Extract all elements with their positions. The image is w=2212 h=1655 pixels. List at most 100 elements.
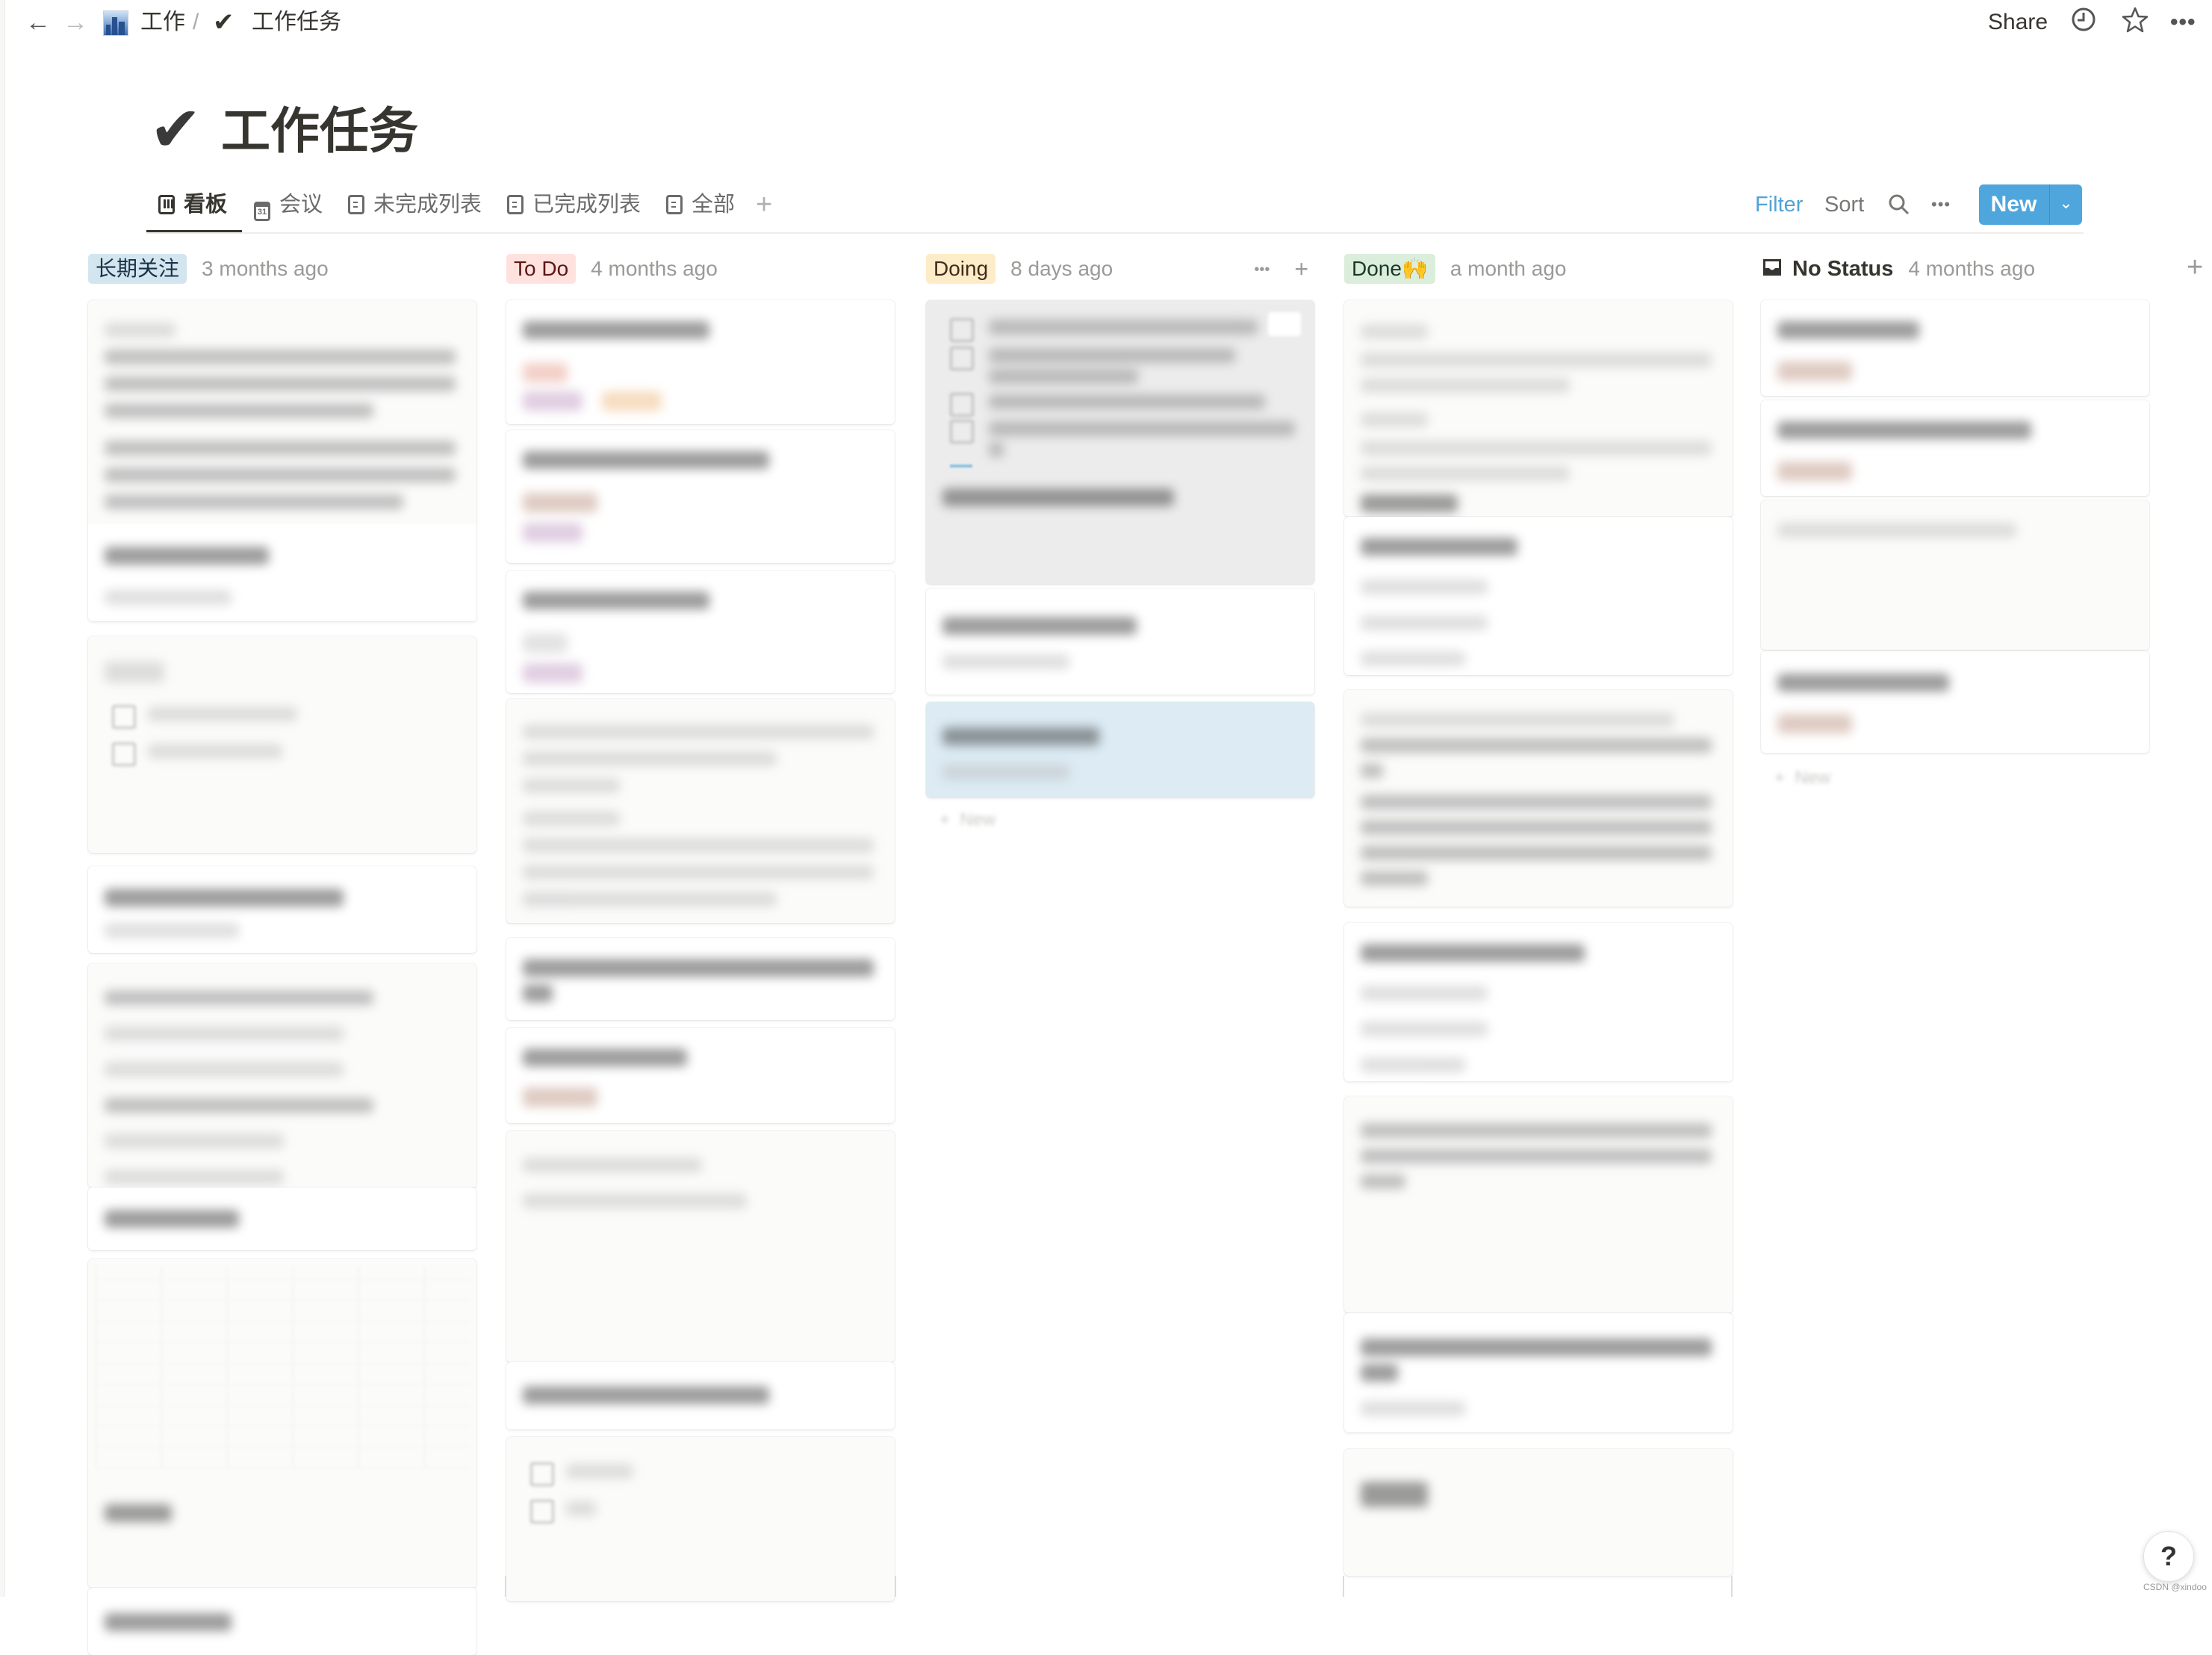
board-card[interactable]	[506, 1437, 895, 1601]
board-card[interactable]	[1761, 300, 2149, 396]
status-badge: To Do	[506, 254, 577, 284]
board-card[interactable]	[1344, 690, 1733, 907]
column-header[interactable]: Doing 8 days ago ••• +	[926, 254, 1314, 293]
sidebar-edge	[0, 0, 5, 1597]
filter-button[interactable]: Filter	[1755, 188, 1803, 221]
search-icon[interactable]	[1888, 193, 1910, 226]
column-updated: a month ago	[1450, 257, 1567, 280]
board-card[interactable]	[926, 300, 1314, 584]
tab-label: 全部	[692, 193, 736, 217]
inbox-icon	[1761, 256, 1783, 282]
column-updated: 8 days ago	[1010, 257, 1113, 280]
tab-all[interactable]: 全部	[666, 185, 735, 224]
board-card[interactable]	[506, 1028, 895, 1123]
board-card[interactable]	[88, 1259, 476, 1588]
tabs-divider	[146, 232, 2084, 234]
city-icon	[103, 10, 128, 36]
board-card[interactable]	[1344, 1096, 1733, 1313]
tab-meetings[interactable]: 31 会议	[254, 185, 323, 224]
list-icon	[666, 195, 683, 214]
board-column: Doing 8 days ago ••• + + New	[926, 254, 1314, 830]
tab-incomplete-list[interactable]: 未完成列表	[348, 185, 482, 224]
board-card[interactable]	[88, 636, 476, 853]
board-card[interactable]	[1344, 517, 1733, 675]
sort-button[interactable]: Sort	[1824, 188, 1864, 221]
page-icon[interactable]: ✔	[149, 96, 202, 163]
board-icon	[158, 195, 175, 214]
ellipsis-icon[interactable]: •••	[2170, 6, 2196, 39]
breadcrumb-separator: /	[193, 10, 199, 34]
column-divider	[1343, 1576, 1344, 1597]
calendar-icon: 31	[254, 202, 270, 221]
top-bar: ← → 工作 / ✔ 工作任务 Share •••	[0, 0, 2212, 46]
column-header[interactable]: Done🙌 a month ago	[1344, 254, 1733, 293]
column-divider	[1731, 1576, 1733, 1597]
column-header[interactable]: 长期关注 3 months ago	[88, 254, 476, 293]
board-card[interactable]	[506, 430, 895, 563]
board-card[interactable]	[1344, 1449, 1733, 1576]
board-card[interactable]	[88, 866, 476, 953]
new-card-button[interactable]: + New	[1774, 768, 1830, 789]
column-updated: 4 months ago	[591, 257, 718, 280]
board-card[interactable]	[506, 1131, 895, 1362]
arrow-left-icon[interactable]: ←	[25, 7, 51, 37]
share-button[interactable]: Share	[1988, 6, 2048, 39]
board-card[interactable]	[88, 963, 476, 1187]
board-card[interactable]	[1344, 923, 1733, 1081]
column-updated: 3 months ago	[202, 257, 329, 280]
column-updated: 4 months ago	[1908, 257, 2036, 280]
arrow-right-icon[interactable]: →	[63, 7, 88, 37]
breadcrumb-workspace[interactable]: 工作	[140, 7, 185, 37]
board-card[interactable]	[506, 300, 895, 424]
board-card[interactable]	[506, 571, 895, 693]
star-icon[interactable]	[2121, 6, 2149, 44]
add-group-button[interactable]: +	[2187, 252, 2203, 282]
board-column: 长期关注 3 months ago	[88, 254, 476, 1655]
board-card[interactable]	[1344, 300, 1733, 517]
board-column: To Do 4 months ago	[506, 254, 895, 1601]
add-view-button[interactable]: +	[756, 185, 772, 224]
new-card-button[interactable]: + New	[939, 810, 995, 830]
column-header[interactable]: No Status 4 months ago	[1761, 254, 2149, 293]
tab-completed-list[interactable]: 已完成列表	[507, 185, 641, 224]
board-card[interactable]	[1761, 651, 2149, 753]
column-more-button[interactable]: •••	[1254, 261, 1270, 278]
column-header[interactable]: To Do 4 months ago	[506, 254, 895, 293]
board-card[interactable]	[926, 589, 1314, 695]
board-card[interactable]	[926, 702, 1314, 798]
chevron-down-icon[interactable]: ⌄	[2050, 184, 2082, 225]
column-divider	[505, 1576, 506, 1597]
ellipsis-icon[interactable]: •••	[1931, 188, 1951, 221]
status-badge: Done🙌	[1344, 254, 1435, 284]
board-card[interactable]	[1761, 500, 2149, 650]
column-title: No Status	[1792, 257, 1894, 281]
board-card[interactable]	[1761, 400, 2149, 496]
board-card[interactable]	[506, 1362, 895, 1429]
board-card[interactable]	[88, 1187, 476, 1250]
help-button[interactable]: ?	[2143, 1531, 2194, 1582]
list-icon	[348, 195, 364, 214]
tab-label: 已完成列表	[532, 193, 641, 217]
page-title[interactable]: 工作任务	[221, 97, 418, 164]
status-badge: Doing	[926, 254, 996, 284]
clock-icon[interactable]	[2070, 6, 2097, 43]
board-card[interactable]	[506, 699, 895, 923]
board-card[interactable]	[88, 300, 476, 621]
breadcrumb-current-page[interactable]: 工作任务	[252, 7, 341, 37]
tab-board[interactable]: 看板	[158, 185, 227, 224]
new-button-group: New ⌄	[1979, 184, 2082, 225]
tab-label: 未完成列表	[373, 193, 482, 217]
tab-label: 看板	[184, 193, 228, 217]
column-add-button[interactable]: +	[1294, 255, 1308, 282]
new-button[interactable]: New	[1979, 184, 2048, 225]
watermark: CSDN @xindoo	[2143, 1582, 2207, 1592]
column-divider	[895, 1576, 896, 1597]
list-icon	[507, 195, 524, 214]
board-column: Done🙌 a month ago	[1344, 254, 1733, 1576]
checkmark-icon: ✔	[213, 8, 234, 37]
board-card[interactable]	[88, 1588, 476, 1655]
board-column: No Status 4 months ago + New	[1761, 254, 2149, 788]
board-card[interactable]	[1344, 1313, 1733, 1432]
status-badge: 长期关注	[88, 254, 187, 284]
board-card[interactable]	[506, 938, 895, 1020]
